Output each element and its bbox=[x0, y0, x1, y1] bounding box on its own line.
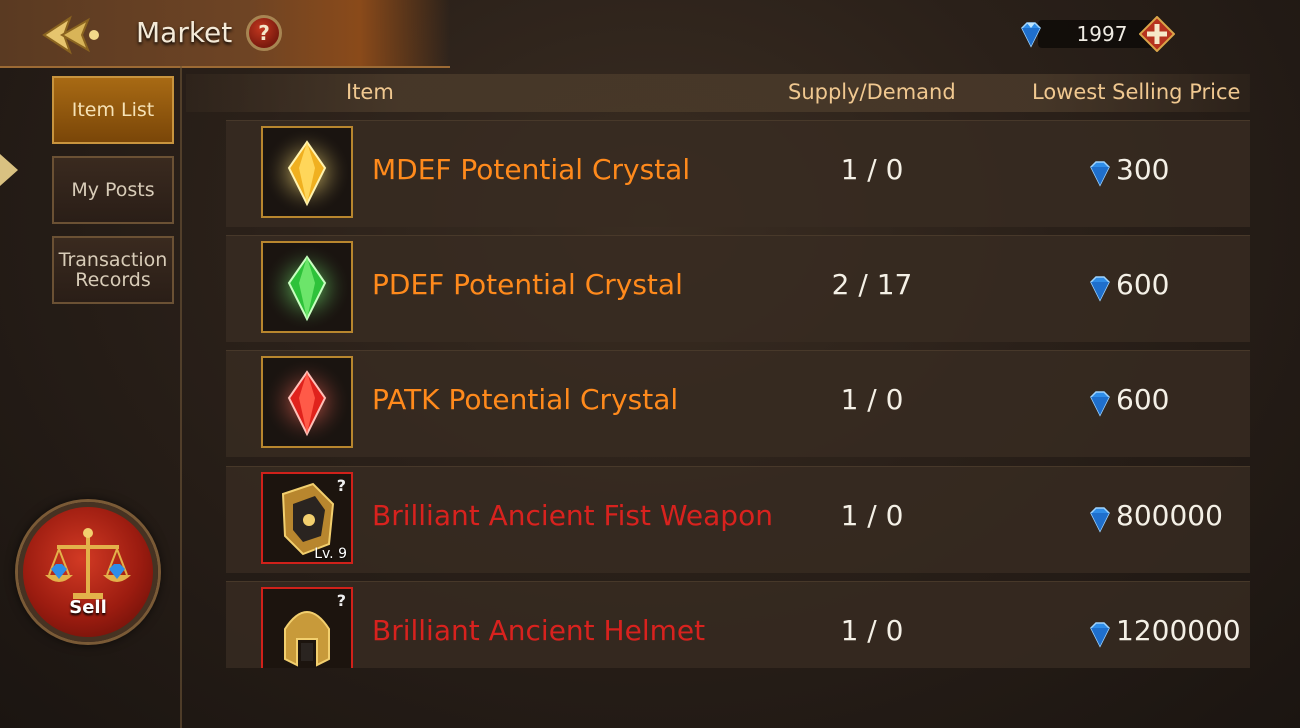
table-header: Item Supply/Demand Lowest Selling Price bbox=[186, 74, 1250, 112]
item-name: PDEF Potential Crystal bbox=[372, 268, 683, 301]
item-level: Lv. 9 bbox=[314, 546, 347, 562]
item-name: Brilliant Ancient Helmet bbox=[372, 614, 706, 647]
sell-button[interactable]: Sell bbox=[18, 502, 158, 642]
add-diamonds-button[interactable] bbox=[1138, 15, 1176, 53]
lowest-price: 300 bbox=[1116, 153, 1170, 186]
diamond-icon bbox=[1021, 22, 1041, 48]
diamond-icon bbox=[1090, 622, 1110, 648]
table-row[interactable]: PDEF Potential Crystal 2 / 17 600 bbox=[226, 235, 1250, 342]
diamond-icon bbox=[1090, 276, 1110, 302]
sidebar-item-my-posts[interactable]: My Posts bbox=[52, 156, 174, 224]
supply-demand: 1 / 0 bbox=[840, 383, 904, 416]
table-row[interactable]: ? Lv. 9 Brilliant Ancient Fist Weapon 1 … bbox=[226, 466, 1250, 573]
diamond-icon bbox=[1090, 161, 1110, 187]
supply-demand: 2 / 17 bbox=[831, 268, 913, 301]
helmet-icon: ? bbox=[261, 587, 353, 668]
sidebar-item-item-list[interactable]: Item List bbox=[52, 76, 174, 144]
unidentified-question-icon: ? bbox=[336, 476, 346, 495]
lowest-price: 600 bbox=[1116, 268, 1170, 301]
diamond-count: 1997 bbox=[1076, 22, 1128, 46]
gold-crystal-icon bbox=[261, 126, 353, 218]
back-button[interactable] bbox=[40, 14, 102, 56]
item-list: MDEF Potential Crystal 1 / 0 300 PDEF Po… bbox=[226, 120, 1250, 668]
sidebar-indicator-arrow-icon bbox=[0, 154, 18, 186]
lowest-price: 600 bbox=[1116, 383, 1170, 416]
column-header-item: Item bbox=[346, 80, 394, 104]
plus-icon bbox=[1138, 15, 1176, 53]
page-title: Market bbox=[136, 16, 233, 49]
sidebar: Item List My Posts Transaction Records S… bbox=[0, 66, 182, 728]
green-crystal-icon bbox=[261, 241, 353, 333]
column-header-lowest-price: Lowest Selling Price bbox=[1032, 80, 1241, 104]
diamond-icon bbox=[1090, 507, 1110, 533]
top-bar: Market ? 1997 bbox=[0, 0, 1300, 70]
red-crystal-icon bbox=[261, 356, 353, 448]
sell-label: Sell bbox=[69, 597, 107, 618]
table-row[interactable]: ? Brilliant Ancient Helmet 1 / 0 1200000 bbox=[226, 581, 1250, 668]
supply-demand: 1 / 0 bbox=[840, 153, 904, 186]
table-row[interactable]: MDEF Potential Crystal 1 / 0 300 bbox=[226, 120, 1250, 227]
back-arrow-icon bbox=[42, 15, 99, 55]
diamond-balance: 1997 bbox=[1016, 15, 1181, 53]
column-header-supply-demand: Supply/Demand bbox=[788, 80, 956, 104]
unidentified-question-icon: ? bbox=[336, 591, 346, 610]
lowest-price: 800000 bbox=[1116, 499, 1223, 532]
item-name: MDEF Potential Crystal bbox=[372, 153, 691, 186]
lowest-price: 1200000 bbox=[1116, 614, 1241, 647]
item-name: PATK Potential Crystal bbox=[372, 383, 679, 416]
sidebar-item-label: Item List bbox=[71, 99, 155, 121]
help-button[interactable]: ? bbox=[246, 15, 282, 51]
supply-demand: 1 / 0 bbox=[840, 499, 904, 532]
item-name: Brilliant Ancient Fist Weapon bbox=[372, 499, 773, 532]
sidebar-item-transaction-records[interactable]: Transaction Records bbox=[52, 236, 174, 304]
diamond-icon bbox=[1090, 391, 1110, 417]
fist-weapon-icon: ? Lv. 9 bbox=[261, 472, 353, 564]
sidebar-item-label: My Posts bbox=[71, 179, 155, 201]
supply-demand: 1 / 0 bbox=[840, 614, 904, 647]
sidebar-item-label: Transaction Records bbox=[58, 249, 168, 291]
table-row[interactable]: PATK Potential Crystal 1 / 0 600 bbox=[226, 350, 1250, 457]
